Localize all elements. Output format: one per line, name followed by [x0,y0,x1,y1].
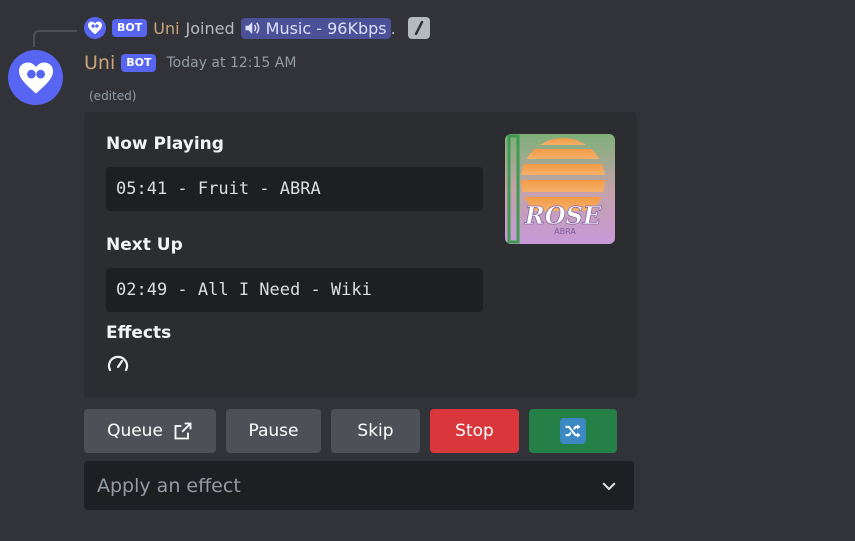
username[interactable]: Uni [84,52,115,74]
external-link-icon [174,422,192,440]
channel-mention[interactable]: Music - 96Kbps [240,17,391,39]
reply-preview[interactable]: BOT Uni Joined Music - 96Kbps . [84,16,430,40]
queue-button-label: Queue [107,421,163,441]
reply-bot-tag: BOT [112,19,148,37]
reply-trailing: . [390,18,396,38]
heart-logo-icon [88,21,102,35]
now-playing-label: Now Playing [106,134,224,154]
reply-connector [33,30,77,47]
pause-button-label: Pause [248,421,299,441]
reply-avatar[interactable] [84,17,106,39]
next-up-label: Next Up [106,235,183,255]
shuffle-icon [560,418,586,444]
effect-select-placeholder: Apply an effect [97,474,241,497]
chevron-down-icon [602,482,616,490]
channel-name: Music - 96Kbps [265,18,387,38]
avatar[interactable] [8,50,63,105]
thumbnail-title: ROSE [524,201,602,230]
reply-action-text: Joined [185,18,235,38]
shuffle-button[interactable] [529,409,617,453]
timestamp[interactable]: Today at 12:15 AM [166,55,296,71]
effect-select[interactable]: Apply an effect [84,461,634,510]
stop-button-label: Stop [455,421,494,441]
skip-button[interactable]: Skip [331,409,420,453]
now-playing-embed: Now Playing 05:41 - Fruit - ABRA Next Up… [84,112,637,398]
thumbnail-artist: ABRA [554,227,576,236]
now-playing-value: 05:41 - Fruit - ABRA [106,167,483,211]
button-row: Queue Pause Skip Stop [84,409,617,453]
speaker-icon [245,22,260,34]
message-container: BOT Uni Joined Music - 96Kbps . Uni BOT … [0,0,855,541]
speedometer-icon [107,355,129,372]
next-up-value: 02:49 - All I Need - Wiki [106,268,483,312]
stop-button[interactable]: Stop [430,409,519,453]
slash-command-icon[interactable] [407,17,430,39]
heart-logo-icon [18,62,53,93]
pause-button[interactable]: Pause [226,409,321,453]
skip-button-label: Skip [357,421,394,441]
edited-label: (edited) [89,89,137,103]
message-header: Uni BOT Today at 12:15 AM [84,50,296,76]
album-thumbnail[interactable]: ROSE ABRA [505,134,615,244]
effects-label: Effects [106,323,172,343]
queue-button[interactable]: Queue [84,409,216,453]
bot-tag: BOT [121,54,157,72]
reply-username[interactable]: Uni [153,19,179,38]
